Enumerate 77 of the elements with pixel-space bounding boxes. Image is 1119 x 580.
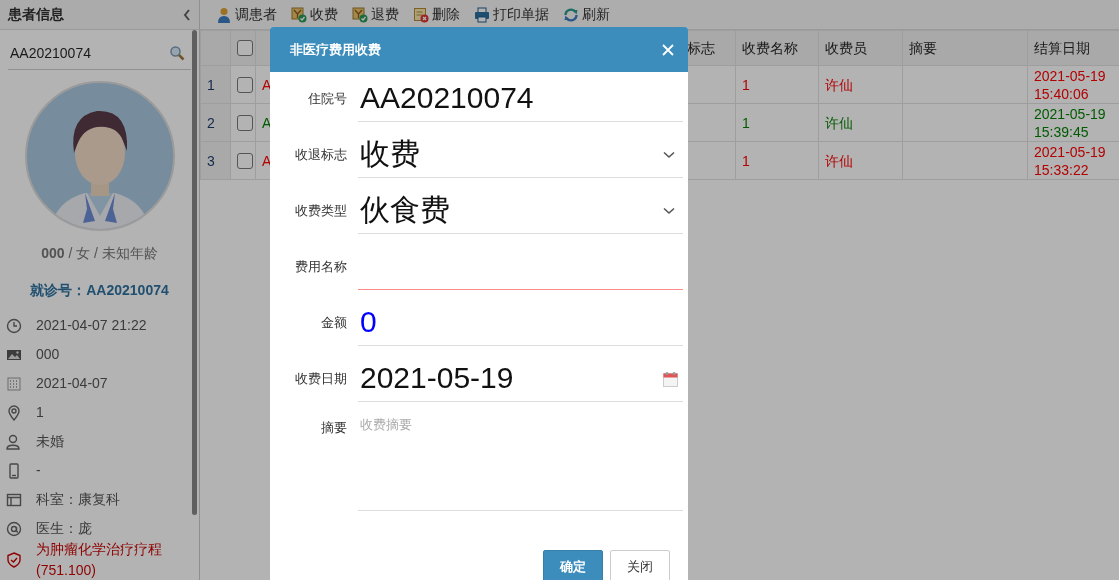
column-header[interactable]: 摘要 <box>902 30 1028 66</box>
summary-field[interactable]: 收费摘要 <box>358 409 683 511</box>
money-check-icon <box>352 6 368 23</box>
column-header[interactable]: 收费员 <box>818 30 903 66</box>
checkbox[interactable] <box>237 152 253 169</box>
toolbar-button[interactable]: 调患者 <box>216 4 277 25</box>
close-button[interactable]: 关闭 <box>610 550 670 580</box>
collapse-icon[interactable] <box>183 8 191 21</box>
close-icon[interactable] <box>662 43 674 56</box>
caret-icon <box>663 206 675 215</box>
dropdown[interactable]: 伙食费 <box>358 187 683 234</box>
table-cell: 许仙 <box>825 152 853 169</box>
clock-icon <box>6 317 22 334</box>
info-text: 未婚 <box>36 432 64 451</box>
info-text: 2021-04-07 21:22 <box>36 316 147 335</box>
field-label: 收退标志 <box>294 145 347 164</box>
scrollbar[interactable] <box>192 30 197 515</box>
panel-title: 患者信息 <box>8 5 64 24</box>
calendar-icon[interactable] <box>663 370 678 387</box>
info-text: 为肿瘤化学治疗疗程 <box>36 540 162 559</box>
checkbox[interactable] <box>237 76 253 93</box>
money-check-icon <box>291 6 307 23</box>
patient-summary: 000 / 女 / 未知年龄 <box>40 244 159 263</box>
input-field[interactable]: AA20210074 <box>358 75 683 122</box>
field-label: 摘要 <box>320 419 347 437</box>
toolbar-button[interactable]: 收费 <box>291 4 338 25</box>
dialog-title: 非医疗费用收费 <box>290 40 381 59</box>
info-text: 000 <box>36 345 60 364</box>
info-text: 医生：庞 <box>36 519 92 538</box>
info-text: (751.100) <box>36 561 97 580</box>
toolbar-button[interactable]: 退费 <box>352 4 399 25</box>
date-field[interactable]: 2021-05-19 <box>358 355 683 402</box>
checkbox[interactable] <box>237 114 253 131</box>
user-icon <box>216 6 232 23</box>
visit-number: 就诊号：AA20210074 <box>29 281 170 300</box>
toolbar-button[interactable]: 刷新 <box>563 4 610 25</box>
info-text: - <box>36 461 41 480</box>
table-cell: 2021-05-19 15:40:06 <box>1034 67 1106 102</box>
location-icon <box>6 404 22 421</box>
dropdown[interactable]: 收费 <box>358 131 683 178</box>
row-number: 1 <box>200 65 231 104</box>
table-cell: 1 <box>742 152 750 169</box>
info-text: 1 <box>36 403 44 422</box>
phone-icon <box>6 462 22 479</box>
table-cell: 许仙 <box>825 76 853 93</box>
toolbar-button[interactable]: 打印单据 <box>474 4 549 25</box>
column-header[interactable]: 结算日期 <box>1027 30 1119 66</box>
row-number: 2 <box>200 103 231 142</box>
delete-icon <box>413 6 429 23</box>
field-label: 收费类型 <box>294 201 347 220</box>
toolbar-button[interactable]: 删除 <box>413 4 460 25</box>
field-label: 收费日期 <box>294 369 347 388</box>
row-number: 3 <box>200 141 231 180</box>
calendar-icon <box>6 375 22 392</box>
at-sign-icon <box>6 520 22 537</box>
input-field[interactable]: 0 <box>358 299 683 346</box>
info-text: 科室：康复科 <box>36 490 120 509</box>
printer-icon <box>474 6 490 23</box>
search-icon[interactable] <box>169 45 185 61</box>
table-cell: 1 <box>742 114 750 131</box>
field-label: 金额 <box>320 313 347 332</box>
table-cell: 2021-05-19 15:39:45 <box>1034 105 1106 140</box>
shield-icon <box>6 552 22 568</box>
search-field[interactable]: AA20210074 <box>8 36 191 70</box>
confirm-button[interactable]: 确定 <box>543 550 603 580</box>
window-icon <box>6 491 22 508</box>
info-text: 2021-04-07 <box>36 374 108 393</box>
column-header[interactable]: 收费名称 <box>735 30 819 66</box>
table-cell: 1 <box>742 76 750 93</box>
refresh-icon <box>563 6 579 23</box>
table-cell: 许仙 <box>825 114 853 131</box>
user-icon <box>6 433 22 450</box>
table-cell: 2021-05-19 15:33:22 <box>1034 143 1106 178</box>
checkbox[interactable] <box>237 40 253 56</box>
field-label: 费用名称 <box>294 257 347 276</box>
field-label: 住院号 <box>307 89 347 108</box>
caret-icon <box>663 150 675 159</box>
